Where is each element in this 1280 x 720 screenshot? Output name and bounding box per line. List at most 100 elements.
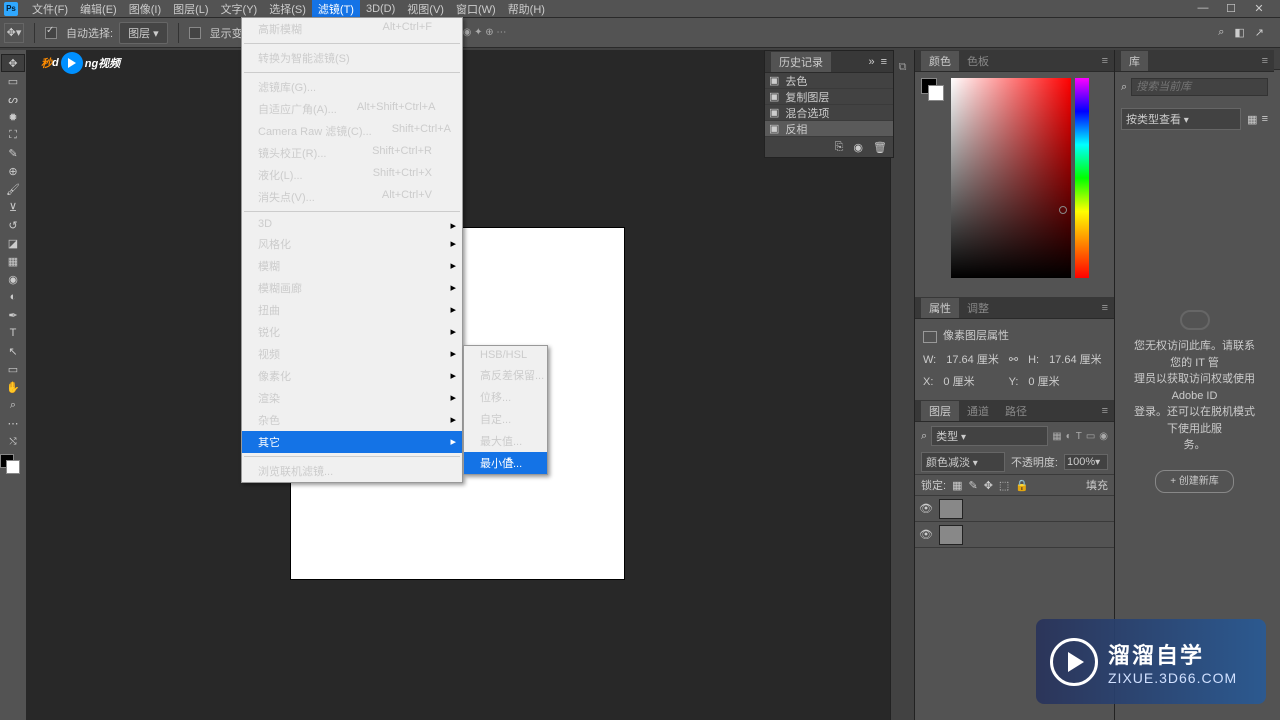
filter-render[interactable]: 渲染▸ <box>242 387 462 409</box>
history-item[interactable]: ▣去色 <box>765 73 893 89</box>
filter-browse[interactable]: 浏览联机滤镜... <box>242 460 462 482</box>
filter-noise[interactable]: 杂色▸ <box>242 409 462 431</box>
auto-select-checkbox[interactable] <box>45 26 60 38</box>
filter-stylize[interactable]: 风格化▸ <box>242 233 462 255</box>
menu-view[interactable]: 视图(V) <box>401 0 450 19</box>
color-tab[interactable]: 颜色 <box>921 51 959 71</box>
filter-raw[interactable]: Camera Raw 滤镜(C)...Shift+Ctrl+A <box>242 120 462 142</box>
pen-tool-icon[interactable]: ✒ <box>1 306 25 324</box>
panel-menu-icon[interactable]: ≡ <box>1102 405 1108 417</box>
lasso-tool-icon[interactable]: ᔕ <box>1 90 25 108</box>
path-select-tool-icon[interactable]: ↖ <box>1 342 25 360</box>
quick-select-tool-icon[interactable]: ✹ <box>1 108 25 126</box>
panel-menu-icon[interactable]: ≡ <box>1262 55 1268 67</box>
filter-smart-icon[interactable]: ◉ <box>1099 431 1108 442</box>
dock-history-icon[interactable]: ⧉ <box>893 58 913 76</box>
crop-tool-icon[interactable]: ⛶ <box>1 126 25 144</box>
grid-view-icon[interactable]: ▦ <box>1247 113 1257 126</box>
paths-tab[interactable]: 路径 <box>997 401 1035 421</box>
healing-tool-icon[interactable]: ⊕ <box>1 162 25 180</box>
lock-all-icon[interactable]: ▦ <box>952 479 962 492</box>
filter-pixelate[interactable]: 像素化▸ <box>242 365 462 387</box>
filter-gallery[interactable]: 滤镜库(G)... <box>242 76 462 98</box>
zoom-tool-icon[interactable]: ⌕ <box>1 396 25 414</box>
menu-edit[interactable]: 编辑(E) <box>74 0 123 19</box>
history-item[interactable]: ▣复制图层 <box>765 89 893 105</box>
filter-pixel-icon[interactable]: ▦ <box>1052 431 1061 442</box>
history-brush-tool-icon[interactable]: ↺ <box>1 216 25 234</box>
other-offset[interactable]: 位移... <box>464 386 547 408</box>
filter-3d[interactable]: 3D▸ <box>242 215 462 233</box>
properties-tab[interactable]: 属性 <box>921 298 959 318</box>
menu-type[interactable]: 文字(Y) <box>215 0 264 19</box>
blend-mode[interactable]: 颜色减淡 ▾ <box>921 452 1005 472</box>
hue-strip[interactable] <box>1075 78 1089 278</box>
menu-layer[interactable]: 图层(L) <box>167 0 214 19</box>
create-library-button[interactable]: + 创建新库 <box>1155 470 1234 493</box>
color-field[interactable] <box>951 78 1071 278</box>
swatch-tab[interactable]: 色板 <box>959 51 997 71</box>
filter-distort[interactable]: 扭曲▸ <box>242 299 462 321</box>
share-icon[interactable]: ↗ <box>1255 26 1264 39</box>
lock-icon[interactable]: 🔒 <box>1015 479 1029 492</box>
other-custom[interactable]: 自定... <box>464 408 547 430</box>
menu-window[interactable]: 窗口(W) <box>450 0 502 19</box>
other-maximum[interactable]: 最大值... <box>464 430 547 452</box>
filter-convert-smart[interactable]: 转换为智能滤镜(S) <box>242 47 462 69</box>
filter-other[interactable]: 其它▸ <box>242 431 462 453</box>
stamp-tool-icon[interactable]: ⊻ <box>1 198 25 216</box>
move-tool-icon[interactable]: ✥ <box>1 54 25 72</box>
panel-menu-icon[interactable]: ≡ <box>1102 302 1108 314</box>
workspace-icon[interactable]: ◧ <box>1234 26 1244 39</box>
filter-shape-icon[interactable]: ▭ <box>1086 431 1095 442</box>
new-doc-icon[interactable]: ⎘ <box>835 141 844 154</box>
layer-filter-type[interactable]: 类型 ▾ <box>931 426 1048 446</box>
filter-type-icon[interactable]: T <box>1076 431 1082 442</box>
trash-icon[interactable]: 🗑 <box>873 141 887 154</box>
other-hsbhsl[interactable]: HSB/HSL <box>464 346 547 364</box>
library-search-input[interactable] <box>1131 78 1268 96</box>
filter-adjust-icon[interactable]: ◐ <box>1066 431 1072 442</box>
menu-select[interactable]: 选择(S) <box>263 0 312 19</box>
history-tab[interactable]: 历史记录 <box>771 52 831 72</box>
panel-menu-icon[interactable]: ≡ <box>881 56 887 68</box>
layer-item[interactable]: 👁 <box>915 496 1114 522</box>
channels-tab[interactable]: 通道 <box>959 401 997 421</box>
filter-adaptive[interactable]: 自适应广角(A)...Alt+Shift+Ctrl+A <box>242 98 462 120</box>
edit-toolbar-icon[interactable]: ⋯ <box>1 414 25 432</box>
filter-blur-gallery[interactable]: 模糊画廊▸ <box>242 277 462 299</box>
lock-pos-icon[interactable]: ✥ <box>984 479 993 492</box>
menu-image[interactable]: 图像(I) <box>123 0 167 19</box>
filter-vanish[interactable]: 消失点(V)...Alt+Ctrl+V <box>242 186 462 208</box>
filter-video[interactable]: 视频▸ <box>242 343 462 365</box>
blur-tool-icon[interactable]: ◉ <box>1 270 25 288</box>
collapse-icon[interactable]: » <box>868 56 874 68</box>
menu-help[interactable]: 帮助(H) <box>502 0 551 19</box>
background-swatch[interactable] <box>6 460 20 474</box>
color-swatches[interactable] <box>0 454 22 476</box>
filter-sharpen[interactable]: 锐化▸ <box>242 321 462 343</box>
show-transform-checkbox[interactable] <box>189 26 204 38</box>
visibility-icon[interactable]: 👁 <box>919 502 933 515</box>
maximize-icon[interactable]: ☐ <box>1224 2 1238 15</box>
filter-liquify[interactable]: 液化(L)...Shift+Ctrl+X <box>242 164 462 186</box>
menu-filter[interactable]: 滤镜(T) <box>312 0 360 19</box>
adjust-tab[interactable]: 调整 <box>959 298 997 318</box>
w-value[interactable]: 17.64 厘米 <box>946 351 999 371</box>
filter-blur[interactable]: 模糊▸ <box>242 255 462 277</box>
link-icon[interactable]: ⚯ <box>1009 351 1018 371</box>
lock-pixel-icon[interactable]: ✎ <box>968 479 977 492</box>
filter-last[interactable]: 高斯模糊Alt+Ctrl+F <box>242 18 462 40</box>
h-value[interactable]: 17.64 厘米 <box>1049 351 1102 371</box>
layer-item[interactable]: 👁 <box>915 522 1114 548</box>
library-tab[interactable]: 库 <box>1121 51 1148 71</box>
filter-lens[interactable]: 镜头校正(R)...Shift+Ctrl+R <box>242 142 462 164</box>
dodge-tool-icon[interactable]: ◐ <box>1 288 25 306</box>
eraser-tool-icon[interactable]: ◪ <box>1 234 25 252</box>
move-tool-preset-icon[interactable]: ✥▾ <box>4 23 24 43</box>
other-minimum[interactable]: 最小值...↖ <box>464 452 547 474</box>
visibility-icon[interactable]: 👁 <box>919 528 933 541</box>
brush-tool-icon[interactable]: 🖌 <box>1 180 25 198</box>
filter-icon[interactable]: ⌕ <box>921 430 927 443</box>
library-view-select[interactable]: 按类型查看 ▾ <box>1121 108 1241 130</box>
